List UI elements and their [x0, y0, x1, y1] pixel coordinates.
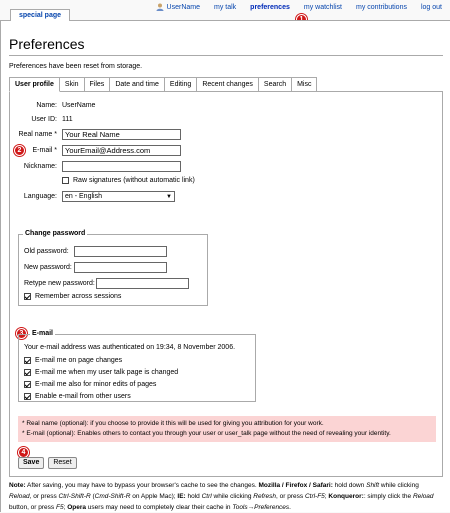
note-text: : simply click the — [363, 493, 413, 500]
note-italic: Cmd-Shift-R — [94, 493, 131, 500]
email-auth-text: Your e-mail address was authenticated on… — [24, 344, 236, 351]
email-minor-edits-label: E-mail me also for minor edits of pages — [35, 381, 157, 388]
note-italic: Shift — [366, 482, 380, 489]
note-text: on Apple Mac); — [130, 493, 178, 500]
note-text: hold down — [332, 482, 367, 489]
note-text: while clicking — [379, 482, 419, 489]
tab-misc[interactable]: Misc — [292, 77, 318, 92]
email-talk-page-checkbox[interactable] — [24, 369, 31, 376]
note-italic: Reload — [412, 493, 434, 500]
retype-password-field[interactable] — [96, 278, 189, 289]
page-tab-row: special page — [0, 9, 450, 22]
name-label: Name: — [36, 102, 57, 109]
email-talk-page-label: E-mail me when my user talk page is chan… — [35, 369, 179, 376]
note-text: , or press — [29, 493, 59, 500]
note-opera: Opera — [67, 504, 86, 511]
page-title: Preferences — [9, 36, 443, 56]
language-label: Language: — [23, 193, 57, 200]
note-italic: Ctrl — [201, 493, 212, 500]
note-italic: Refresh — [253, 493, 277, 500]
note-mozilla: Mozilla / Firefox / Safari: — [258, 482, 333, 489]
note-text: After saving, you may have to bypass you… — [25, 482, 259, 489]
note-text: . — [289, 504, 291, 511]
enable-email-label: Enable e-mail from other users — [35, 393, 131, 400]
realname-note: * Real name (optional): if you choose to… — [22, 420, 324, 427]
realname-field[interactable]: Your Real Name — [62, 129, 181, 140]
tab-search[interactable]: Search — [258, 77, 293, 92]
reset-message: Preferences have been reset from storage… — [9, 63, 143, 70]
note-italic: Ctrl-F5 — [304, 493, 325, 500]
email-minor-edits-checkbox[interactable] — [24, 381, 31, 388]
note-konqueror: Konqueror: — [328, 493, 364, 500]
enable-email-checkbox[interactable] — [24, 393, 31, 400]
tab-user-profile[interactable]: User profile — [9, 77, 60, 92]
old-password-field[interactable] — [74, 246, 167, 257]
email-field[interactable]: YourEmail@Address.com — [62, 145, 181, 156]
note-ie: IE: — [177, 493, 186, 500]
userid-value: 111 — [62, 116, 73, 123]
name-value: UserName — [62, 102, 96, 109]
retype-password-label: Retype new password: — [24, 280, 95, 287]
raw-signatures-label: Raw signatures (without automatic link) — [73, 177, 195, 184]
nickname-label: Nickname: — [23, 163, 57, 170]
note-text: hold — [185, 493, 202, 500]
note-text: button, or press — [9, 504, 56, 511]
field-notes: * Real name (optional): if you choose to… — [18, 416, 436, 442]
new-password-field[interactable] — [74, 262, 167, 273]
new-password-label: New password: — [24, 264, 72, 271]
email-page-changes-checkbox[interactable] — [24, 357, 31, 364]
user-profile-panel: Name: UserName User ID: 111 Real name * … — [9, 92, 443, 477]
remember-sessions-label: Remember across sessions — [35, 293, 122, 300]
tab-recent-changes[interactable]: Recent changes — [197, 77, 259, 92]
dropdown-arrow-icon: ▼ — [166, 193, 172, 200]
email-legend: E-mail — [30, 330, 56, 337]
note-text: users may need to completely clear their… — [86, 504, 233, 511]
tab-editing[interactable]: Editing — [164, 77, 198, 92]
language-value: en - English — [65, 193, 102, 200]
raw-signatures-checkbox[interactable] — [62, 177, 69, 184]
old-password-label: Old password: — [24, 248, 69, 255]
realname-label: Real name * — [18, 131, 57, 138]
language-select[interactable]: en - English ▼ — [62, 191, 175, 202]
tab-skin[interactable]: Skin — [59, 77, 85, 92]
preference-tabs: User profile Skin Files Date and time Ed… — [9, 77, 443, 92]
note-italic: Reload — [9, 493, 30, 500]
cache-note: Note: After saving, you may have to bypa… — [9, 480, 443, 513]
save-button[interactable]: Save — [18, 457, 45, 469]
remember-sessions-checkbox[interactable] — [24, 293, 31, 300]
reset-button[interactable]: Reset — [48, 457, 77, 469]
note-text: while clicking — [211, 493, 254, 500]
note-text: , or press — [276, 493, 305, 500]
note-italic: Tools→Preferences — [232, 504, 290, 511]
email-page-changes-label: E-mail me on page changes — [35, 357, 123, 364]
note-italic: F5 — [55, 504, 64, 511]
note-italic: Ctrl-Shift-R — [58, 493, 91, 500]
note-bold: Note: — [9, 482, 26, 489]
nickname-field[interactable] — [62, 161, 181, 172]
tab-date-and-time[interactable]: Date and time — [110, 77, 165, 92]
change-password-legend: Change password — [23, 230, 88, 237]
tab-files[interactable]: Files — [84, 77, 111, 92]
userid-label: User ID: — [31, 116, 57, 123]
email-label: E-mail * — [32, 147, 57, 154]
email-note: * E-mail (optional): Enables others to c… — [22, 430, 391, 437]
content-area: Preferences Preferences have been reset … — [0, 21, 450, 512]
